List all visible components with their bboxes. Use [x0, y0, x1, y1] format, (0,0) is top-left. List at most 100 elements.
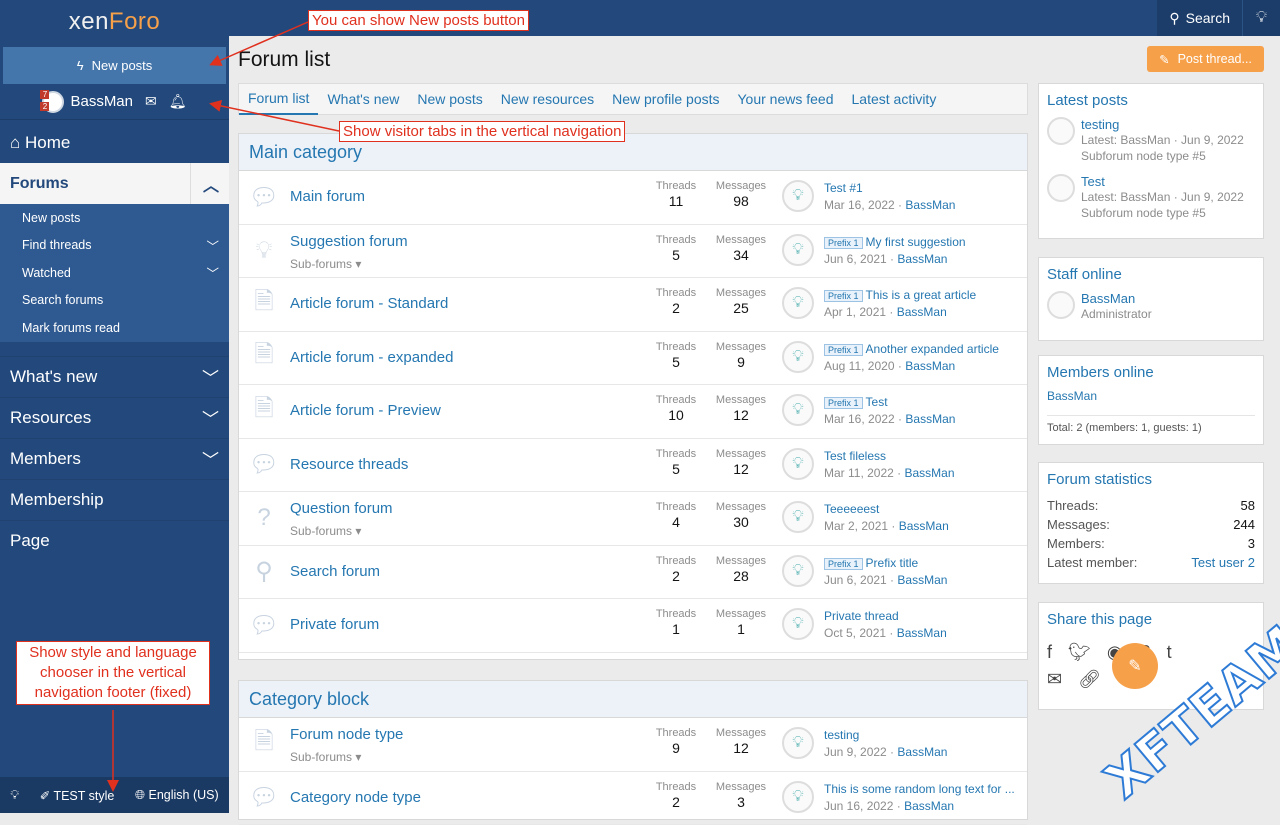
latest-thread-link[interactable]: Test #1: [824, 181, 863, 195]
latest-thread-link[interactable]: Prefix 1Prefix title: [824, 556, 918, 570]
latest-user[interactable]: BassMan: [897, 626, 947, 640]
subforums-toggle[interactable]: Sub-forums ▾: [290, 524, 361, 538]
widget-title[interactable]: Staff online: [1047, 266, 1255, 283]
latest-user[interactable]: BassMan: [897, 745, 947, 759]
lightbulb-icon[interactable]: 💡︎: [10, 788, 19, 803]
forum-title[interactable]: Article forum - Standard: [290, 295, 448, 312]
avatar[interactable]: [1047, 174, 1075, 202]
forum-title[interactable]: Article forum - Preview: [290, 402, 441, 419]
latest-date[interactable]: Jun 16, 2022: [824, 799, 893, 813]
tab-new-posts[interactable]: New posts: [408, 83, 491, 115]
latest-date[interactable]: Jun 6, 2021: [824, 252, 887, 266]
latest-thread-link[interactable]: Prefix 1Another expanded article: [824, 342, 999, 356]
latest-date[interactable]: Mar 16, 2022: [824, 198, 895, 212]
latest-date[interactable]: Mar 16, 2022: [824, 412, 895, 426]
nav-forums[interactable]: Forums︿: [0, 163, 229, 204]
online-member[interactable]: BassMan: [1047, 389, 1255, 403]
post-thread-button[interactable]: ✎Post thread...: [1147, 46, 1264, 72]
avatar[interactable]: 💡︎: [782, 394, 814, 426]
nav-membership[interactable]: Membership: [0, 479, 229, 520]
submenu-item-mark-read[interactable]: Mark forums read: [0, 314, 229, 342]
latest-thread-link[interactable]: Private thread: [824, 609, 899, 623]
lightbulb-icon[interactable]: 💡︎: [1242, 0, 1280, 36]
tab-forum-list[interactable]: Forum list: [239, 83, 318, 115]
tab-new-profile-posts[interactable]: New profile posts: [603, 83, 728, 115]
avatar[interactable]: 💡︎: [782, 608, 814, 640]
avatar[interactable]: 💡︎: [782, 555, 814, 587]
nav-members[interactable]: Members﹀: [0, 438, 229, 479]
avatar[interactable]: 💡︎: [782, 448, 814, 480]
tab-new-resources[interactable]: New resources: [492, 83, 603, 115]
submenu-item-new-posts[interactable]: New posts: [0, 204, 229, 232]
latest-date[interactable]: Aug 11, 2020: [824, 359, 895, 373]
latest-user[interactable]: BassMan: [905, 359, 955, 373]
facebook-icon[interactable]: f: [1047, 642, 1052, 663]
twitter-icon[interactable]: 🐦︎: [1068, 642, 1091, 663]
latest-date[interactable]: Jun 9, 2022: [824, 745, 887, 759]
latest-thread-link[interactable]: Test fileless: [824, 449, 886, 463]
latest-thread-link[interactable]: Teeeeeest: [824, 502, 879, 516]
forum-title[interactable]: Question forum: [290, 500, 393, 517]
latest-user[interactable]: BassMan: [905, 466, 955, 480]
chevron-up-icon[interactable]: ︿: [190, 163, 219, 204]
nav-page[interactable]: Page: [0, 520, 229, 561]
forum-title[interactable]: Search forum: [290, 563, 380, 580]
forum-title[interactable]: Article forum - expanded: [290, 349, 453, 366]
latest-post-title[interactable]: testing: [1081, 117, 1255, 132]
avatar[interactable]: 💡︎: [782, 727, 814, 759]
chevron-down-icon[interactable]: ﹀: [206, 263, 219, 282]
latest-user[interactable]: BassMan: [905, 198, 955, 212]
chevron-down-icon[interactable]: ﹀: [202, 446, 219, 471]
latest-thread-link[interactable]: testing: [824, 728, 859, 742]
email-icon[interactable]: ✉: [1047, 669, 1062, 690]
category-title[interactable]: Category block: [239, 681, 1027, 718]
latest-thread-link[interactable]: This is some random long text for ...: [824, 782, 1015, 796]
latest-post-node[interactable]: Subforum node type #5: [1081, 148, 1255, 164]
account-link[interactable]: 7 2 BassMan: [42, 91, 133, 113]
widget-title[interactable]: Latest posts: [1047, 92, 1255, 109]
forum-title[interactable]: Suggestion forum: [290, 233, 408, 250]
latest-user[interactable]: BassMan: [897, 573, 947, 587]
latest-member-link[interactable]: Test user 2: [1191, 553, 1255, 572]
avatar[interactable]: [1047, 291, 1075, 319]
latest-date[interactable]: Apr 1, 2021: [824, 305, 886, 319]
avatar[interactable]: 💡︎: [782, 501, 814, 533]
forum-title[interactable]: Main forum: [290, 188, 365, 205]
latest-user[interactable]: BassMan: [904, 799, 954, 813]
nav-home[interactable]: ⌂ Home: [0, 122, 229, 163]
latest-thread-link[interactable]: Prefix 1My first suggestion: [824, 235, 966, 249]
widget-title[interactable]: Members online: [1047, 364, 1255, 381]
forum-title[interactable]: Forum node type: [290, 726, 403, 743]
staff-name[interactable]: BassMan: [1081, 291, 1255, 306]
avatar[interactable]: 💡︎: [782, 180, 814, 212]
avatar[interactable]: 💡︎: [782, 234, 814, 266]
site-logo[interactable]: xenForo: [0, 0, 229, 44]
subforums-toggle[interactable]: Sub-forums ▾: [290, 750, 361, 764]
tumblr-icon[interactable]: t: [1167, 642, 1172, 663]
search-button[interactable]: ⚲Search: [1157, 0, 1242, 36]
latest-post-title[interactable]: Test: [1081, 174, 1255, 189]
forum-title[interactable]: Private forum: [290, 616, 379, 633]
envelope-icon[interactable]: ✉: [145, 93, 157, 110]
forum-title[interactable]: Resource threads: [290, 456, 408, 473]
latest-date[interactable]: Jun 6, 2021: [824, 573, 887, 587]
latest-user[interactable]: BassMan: [899, 519, 949, 533]
latest-user[interactable]: BassMan: [897, 305, 947, 319]
latest-date[interactable]: Mar 2, 2021: [824, 519, 888, 533]
latest-date[interactable]: Mar 11, 2022: [824, 466, 894, 480]
latest-date[interactable]: Oct 5, 2021: [824, 626, 886, 640]
chevron-down-icon[interactable]: ﹀: [202, 364, 219, 389]
tab-whats-new[interactable]: What's new: [318, 83, 408, 115]
tab-news-feed[interactable]: Your news feed: [729, 83, 843, 115]
bell-icon[interactable]: 🔔︎: [169, 93, 187, 110]
new-posts-button[interactable]: ϟNew posts: [3, 47, 226, 84]
latest-user[interactable]: BassMan: [905, 412, 955, 426]
latest-thread-link[interactable]: Prefix 1Test: [824, 395, 888, 409]
latest-user[interactable]: BassMan: [897, 252, 947, 266]
language-chooser[interactable]: 🌐︎ English (US): [135, 788, 219, 803]
submenu-item-search-forums[interactable]: Search forums: [0, 287, 229, 315]
forum-title[interactable]: Category node type: [290, 789, 421, 806]
latest-post-node[interactable]: Subforum node type #5: [1081, 205, 1255, 221]
link-icon[interactable]: 🔗︎: [1078, 669, 1101, 690]
style-chooser[interactable]: ✐ TEST style: [40, 788, 115, 803]
